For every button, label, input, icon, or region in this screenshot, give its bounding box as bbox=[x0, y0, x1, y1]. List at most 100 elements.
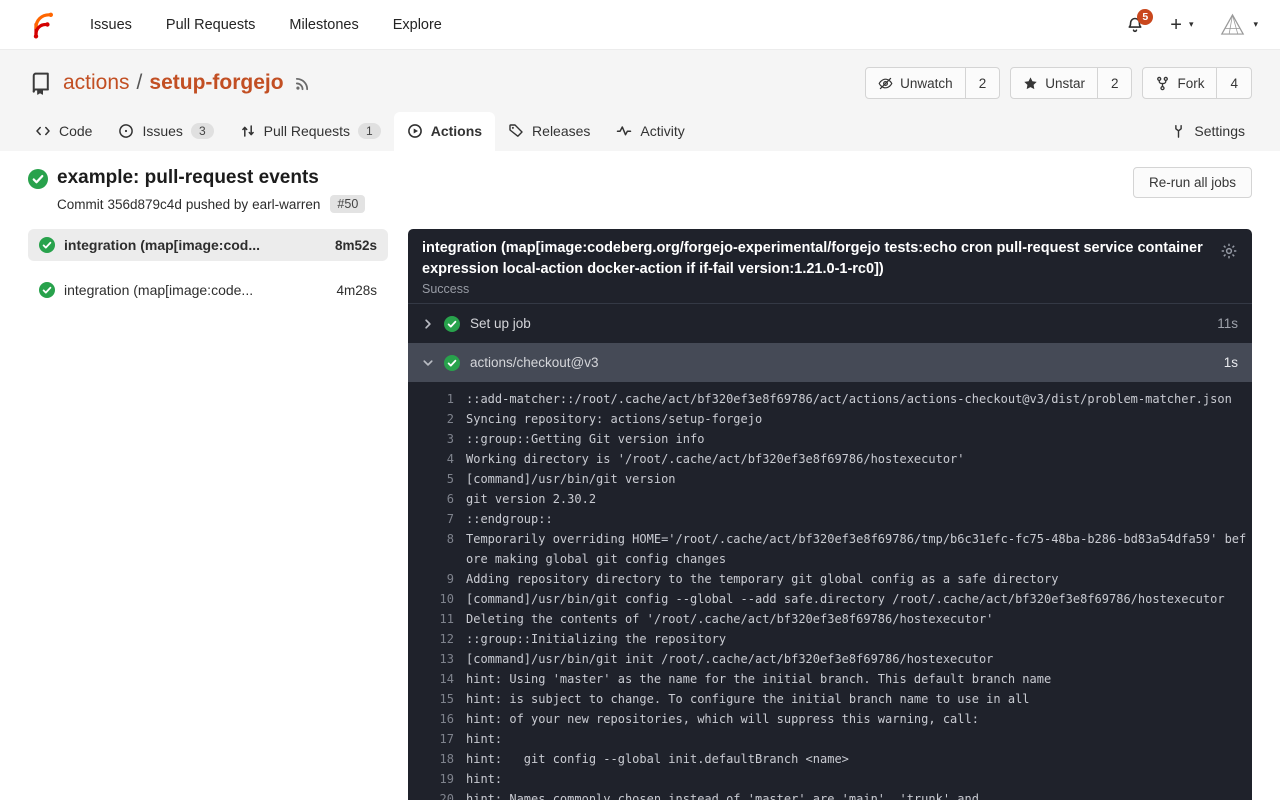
tab-releases[interactable]: Releases bbox=[495, 112, 603, 151]
log-line-number[interactable]: 20 bbox=[420, 789, 454, 800]
commit-author-link[interactable]: earl-warren bbox=[252, 197, 320, 212]
unwatch-count[interactable]: 2 bbox=[965, 68, 1000, 98]
unstar-count[interactable]: 2 bbox=[1097, 68, 1132, 98]
fork-button-group: Fork 4 bbox=[1142, 67, 1252, 99]
tab-label: Activity bbox=[640, 123, 684, 139]
commit-sha-link[interactable]: 356d879c4d bbox=[108, 197, 182, 212]
nav-link-pull-requests[interactable]: Pull Requests bbox=[166, 17, 255, 33]
plus-icon: + bbox=[1170, 15, 1182, 35]
log-line-number[interactable]: 9 bbox=[420, 569, 454, 589]
log-line-text: hint: Names commonly chosen instead of '… bbox=[466, 789, 979, 800]
repo-owner-link[interactable]: actions bbox=[63, 71, 130, 95]
nav-link-explore[interactable]: Explore bbox=[393, 17, 442, 33]
log-line-number[interactable]: 15 bbox=[420, 689, 454, 709]
job-duration: 8m52s bbox=[335, 238, 377, 253]
job-steps: Set up job11sactions/checkout@v31s bbox=[408, 304, 1252, 382]
log-line-text: ::group::Getting Git version info bbox=[466, 429, 704, 449]
log-line-number[interactable]: 4 bbox=[420, 449, 454, 469]
gear-icon[interactable] bbox=[1220, 242, 1238, 260]
log-line-number[interactable]: 10 bbox=[420, 589, 454, 609]
log-line-number[interactable]: 14 bbox=[420, 669, 454, 689]
log-line-text: git version 2.30.2 bbox=[466, 489, 596, 509]
tab-label: Issues bbox=[142, 123, 182, 139]
log-line-number[interactable]: 17 bbox=[420, 729, 454, 749]
log-line-number[interactable]: 5 bbox=[420, 469, 454, 489]
chevron-down-icon: ▾ bbox=[1189, 19, 1194, 30]
user-menu[interactable]: ▾ bbox=[1219, 11, 1258, 38]
log-line: 9Adding repository directory to the temp… bbox=[420, 569, 1248, 589]
log-line-number[interactable]: 11 bbox=[420, 609, 454, 629]
log-line-text: Syncing repository: actions/setup-forgej… bbox=[466, 409, 762, 429]
tab-code[interactable]: Code bbox=[22, 112, 105, 151]
job-name: integration (map[image:cod... bbox=[64, 237, 260, 253]
job-list-item-1[interactable]: integration (map[image:cod... 8m52s bbox=[28, 229, 388, 261]
eye-slash-icon bbox=[878, 76, 893, 91]
rss-icon[interactable] bbox=[294, 74, 312, 92]
repo-tabs: CodeIssues3Pull Requests1 Actions Releases… bbox=[0, 112, 1280, 151]
fork-icon bbox=[1155, 76, 1170, 91]
tab-actions[interactable]: Actions bbox=[394, 112, 495, 151]
step-duration: 1s bbox=[1224, 355, 1238, 370]
unstar-button[interactable]: Unstar bbox=[1011, 68, 1097, 98]
unwatch-button-group: Unwatch 2 bbox=[865, 67, 1000, 99]
pushed-by-label: pushed by bbox=[186, 197, 248, 212]
tab-activity[interactable]: Activity bbox=[603, 112, 697, 151]
notifications-button[interactable]: 5 bbox=[1126, 16, 1144, 34]
unwatch-label: Unwatch bbox=[900, 76, 953, 91]
log-line: 3::group::Getting Git version info bbox=[420, 429, 1248, 449]
job-title: integration (map[image:codeberg.org/forg… bbox=[422, 238, 1206, 280]
job-list-item-2[interactable]: integration (map[image:code...4m28s bbox=[28, 274, 388, 306]
log-line-number[interactable]: 7 bbox=[420, 509, 454, 529]
nav-link-issues[interactable]: Issues bbox=[90, 17, 132, 33]
tab-pull-requests[interactable]: Pull Requests1 bbox=[227, 112, 394, 151]
log-line-text: ::group::Initializing the repository bbox=[466, 629, 726, 649]
tab-label: Settings bbox=[1194, 123, 1245, 139]
log-line-number[interactable]: 1 bbox=[420, 389, 454, 409]
jobs-sidebar: integration (map[image:cod...8m52sintegr… bbox=[28, 229, 388, 319]
log-line-number[interactable]: 6 bbox=[420, 489, 454, 509]
nav-link-milestones[interactable]: Milestones bbox=[289, 17, 358, 33]
log-line-text: [command]/usr/bin/git init /root/.cache/… bbox=[466, 649, 993, 669]
avatar bbox=[1219, 11, 1246, 38]
success-check-icon bbox=[28, 169, 48, 189]
tab-label: Actions bbox=[431, 123, 482, 139]
log-line-text: Temporarily overriding HOME='/root/.cach… bbox=[466, 529, 1248, 569]
log-line-number[interactable]: 19 bbox=[420, 769, 454, 789]
log-line-number[interactable]: 2 bbox=[420, 409, 454, 429]
log-line-text: hint: of your new repositories, which wi… bbox=[466, 709, 979, 729]
check-circle-icon bbox=[39, 237, 55, 253]
forgejo-logo[interactable] bbox=[26, 9, 58, 41]
log-line-number[interactable]: 18 bbox=[420, 749, 454, 769]
unwatch-button[interactable]: Unwatch bbox=[866, 68, 965, 98]
job-status: Success bbox=[422, 282, 1206, 296]
log-line: 1::add-matcher::/root/.cache/act/bf320ef… bbox=[420, 389, 1248, 409]
fork-count[interactable]: 4 bbox=[1216, 68, 1251, 98]
step-set-up-job[interactable]: Set up job11s bbox=[408, 304, 1252, 343]
fork-label: Fork bbox=[1177, 76, 1204, 91]
repo-breadcrumb: actions / setup-forgejo bbox=[63, 71, 284, 95]
log-line-number[interactable]: 8 bbox=[420, 529, 454, 569]
create-new-menu[interactable]: + ▾ bbox=[1170, 15, 1193, 35]
star-icon bbox=[1023, 76, 1038, 91]
step-actions-checkout-v3[interactable]: actions/checkout@v31s bbox=[408, 343, 1252, 382]
rerun-all-jobs-button[interactable]: Re-run all jobs bbox=[1133, 167, 1252, 198]
play-circle-icon bbox=[407, 123, 423, 139]
unstar-button-group: Unstar2 bbox=[1010, 67, 1132, 99]
run-number-badge: #50 bbox=[330, 195, 365, 213]
repo-name-link[interactable]: setup-forgejo bbox=[149, 71, 283, 95]
repo-book-icon bbox=[28, 71, 53, 96]
tab-settings[interactable]: Settings bbox=[1158, 112, 1258, 151]
log-line-number[interactable]: 16 bbox=[420, 709, 454, 729]
tab-count-badge: 1 bbox=[358, 123, 381, 139]
fork-button[interactable]: Fork bbox=[1143, 68, 1216, 98]
log-line: 4Working directory is '/root/.cache/act/… bbox=[420, 449, 1248, 469]
log-line-number[interactable]: 3 bbox=[420, 429, 454, 449]
log-line-number[interactable]: 13 bbox=[420, 649, 454, 669]
step-duration: 11s bbox=[1217, 316, 1238, 331]
log-line: 20 hint: Names commonly chosen instead of… bbox=[420, 789, 1248, 800]
top-navbar: Issues Pull Requests Milestones Explore 5 +… bbox=[0, 0, 1280, 50]
log-line: 7::endgroup:: bbox=[420, 509, 1248, 529]
log-line-text: hint: bbox=[466, 729, 502, 749]
tab-issues[interactable]: Issues3 bbox=[105, 112, 226, 151]
log-line-number[interactable]: 12 bbox=[420, 629, 454, 649]
